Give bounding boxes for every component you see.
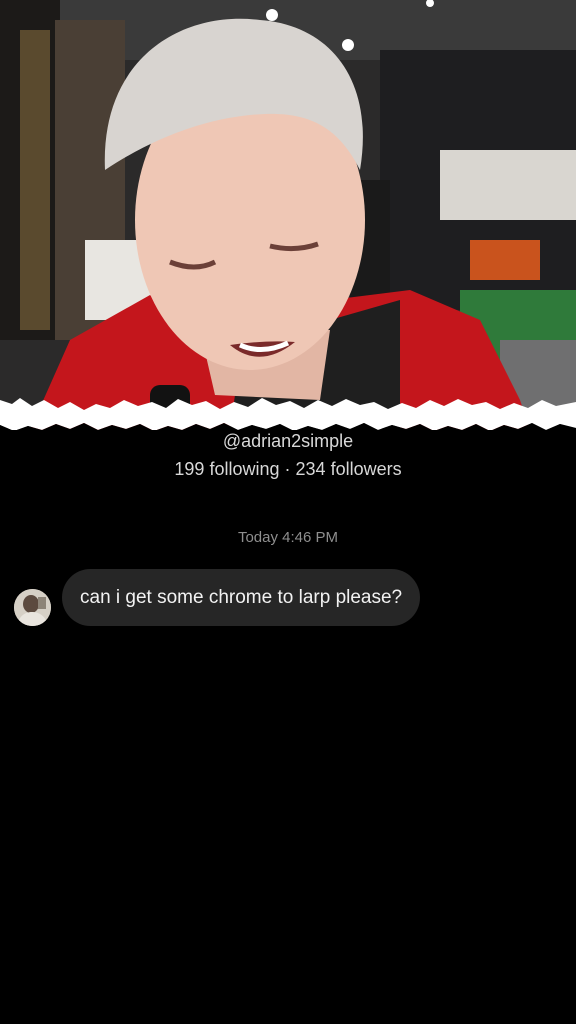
user-avatar-icon bbox=[14, 589, 51, 626]
profile-stats: 199 following · 234 followers bbox=[0, 459, 576, 480]
sender-avatar[interactable] bbox=[14, 589, 51, 626]
followers-count: 234 bbox=[295, 459, 326, 479]
following-label: following bbox=[209, 459, 280, 479]
message-text: can i get some chrome to larp please? bbox=[80, 587, 403, 608]
room-background-illustration bbox=[0, 0, 576, 430]
profile-handle-text[interactable]: @adrian2simple bbox=[223, 431, 353, 451]
profile-handle[interactable]: @adrian2simple bbox=[0, 431, 576, 452]
direct-message-panel bbox=[0, 430, 576, 1024]
webcam-video-frame bbox=[0, 0, 576, 430]
followers-label: followers bbox=[330, 459, 402, 479]
message-bubble[interactable]: can i get some chrome to larp please? bbox=[62, 569, 421, 626]
following-count: 199 bbox=[174, 459, 205, 479]
stats-separator: · bbox=[284, 459, 291, 479]
message-timestamp: Today 4:46 PM bbox=[237, 529, 339, 546]
